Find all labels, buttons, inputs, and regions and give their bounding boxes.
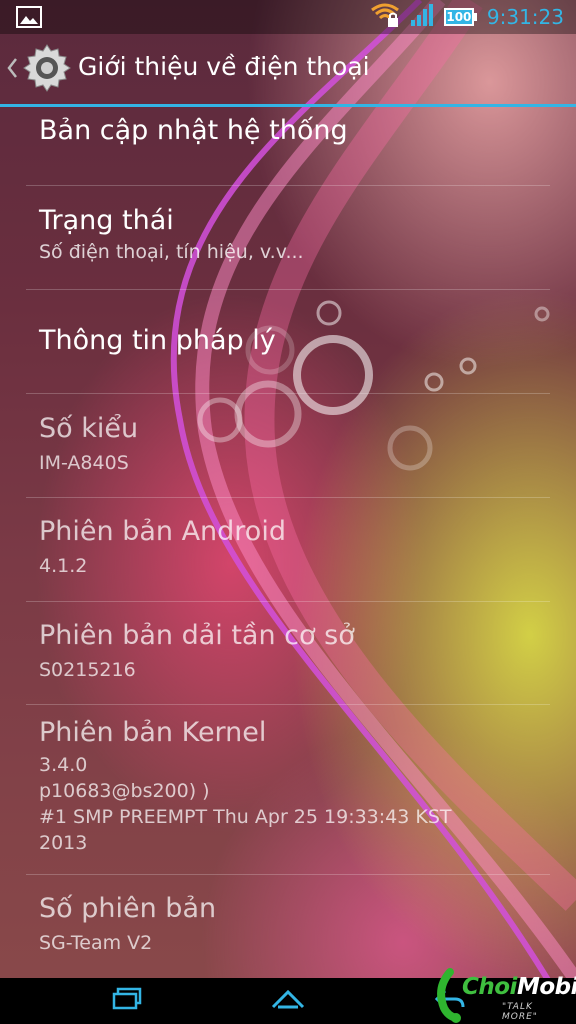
list-item-android-version: Phiên bản Android 4.1.2 [0,516,576,579]
list-item-summary: 3.4.0 p10683@bs200) ) #1 SMP PREEMPT Thu… [39,754,452,854]
settings-gear-icon [20,41,74,99]
watermark-tagline: "TALK MORE" [502,1002,538,1022]
list-item-system-update[interactable]: Bản cập nhật hệ thống [0,115,576,146]
list-item-title: Phiên bản Android [39,516,286,547]
list-item-status[interactable]: Trạng thái Số điện thoại, tín hiệu, v.v.… [0,205,576,265]
divider [26,289,550,290]
clock: 9:31:23 [486,5,564,29]
signal-icon [410,3,434,31]
recent-apps-button[interactable] [98,984,158,1018]
list-item-title: Phiên bản dải tần cơ sở [39,620,355,651]
divider [26,497,550,498]
status-bar: 100 9:31:23 [0,0,576,34]
battery-icon: 100 [443,8,477,26]
home-icon [270,987,306,1015]
list-item-title: Thông tin pháp lý [39,325,276,356]
list-item-title: Số kiểu [39,413,139,444]
divider [26,601,550,602]
divider [26,185,550,186]
home-button[interactable] [258,984,318,1018]
watermark-brand: ChoiMobile [462,974,576,1000]
list-item-summary: 4.1.2 [39,555,88,577]
list-item-kernel-version: Phiên bản Kernel 3.4.0 p10683@bs200) ) #… [0,717,576,856]
list-item-build-number: Số phiên bản SG-Team V2 [0,893,576,956]
wallpaper-graphic [170,0,576,1002]
list-item-summary: S0215216 [39,659,136,681]
list-item-legal-info[interactable]: Thông tin pháp lý [0,325,576,356]
page-title: Giới thiệu về điện thoại [78,52,370,81]
list-item-title: Bản cập nhật hệ thống [39,115,348,146]
back-chevron-icon [6,57,18,83]
list-item-summary: IM-A840S [39,452,129,474]
list-item-model-number: Số kiểu IM-A840S [0,413,576,476]
up-button[interactable] [0,34,80,106]
divider [26,393,550,394]
divider [26,704,550,705]
recent-apps-icon [112,987,144,1015]
list-item-title: Trạng thái [39,205,174,236]
battery-level: 100 [443,8,474,26]
action-bar-divider [0,104,576,107]
divider [26,874,550,875]
list-item-summary: SG-Team V2 [39,932,153,954]
list-item-summary: Số điện thoại, tín hiệu, v.v... [39,241,304,263]
list-item-baseband-version: Phiên bản dải tần cơ sở S0215216 [0,620,576,683]
picture-icon [16,6,42,32]
wifi-lock-icon [370,2,400,32]
list-item-title: Phiên bản Kernel [39,717,267,748]
action-bar: Giới thiệu về điện thoại [0,34,576,106]
list-item-title: Số phiên bản [39,893,217,924]
watermark-logo: ChoiMobile "TALK MORE" [432,968,576,1024]
